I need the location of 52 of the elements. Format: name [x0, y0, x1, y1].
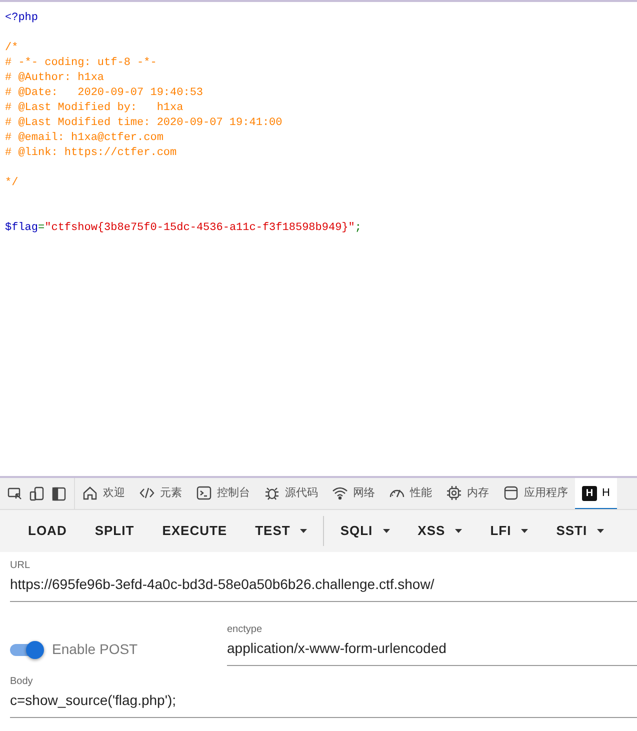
body-label: Body: [10, 676, 34, 688]
devtools-tab[interactable]: 内存: [439, 478, 496, 509]
devtools-tab[interactable]: 源代码: [257, 478, 325, 509]
caret-icon: [300, 529, 308, 533]
devtools-tab[interactable]: 元素: [132, 478, 189, 509]
code-line: # @Author: h1xa: [5, 71, 106, 86]
code-line: */: [5, 176, 20, 191]
chip-icon: [446, 485, 462, 501]
device-icon[interactable]: [29, 486, 45, 502]
window-icon: [503, 485, 519, 501]
toolbar-button[interactable]: XSS: [404, 510, 476, 552]
devtools-tab[interactable]: H H: [575, 478, 617, 509]
devtools-tab[interactable]: 欢迎: [75, 478, 132, 509]
toolbar-button[interactable]: SQLI: [326, 510, 404, 552]
devtools-tab[interactable]: 控制台: [189, 478, 257, 509]
code-line: # -*- coding: utf-8 -*-: [5, 56, 158, 71]
home-icon: [82, 485, 98, 501]
toolbar-button[interactable]: EXECUTE: [148, 510, 242, 552]
console-icon: [196, 485, 212, 501]
code-line: # @Last Modified time: 2020-09-07 19:41:00: [5, 116, 284, 131]
wifi-icon: [332, 485, 348, 501]
code-line: # @Date: 2020-09-07 19:40:53: [5, 86, 204, 101]
caret-icon: [382, 529, 390, 533]
body-field[interactable]: c=show_source('flag.php');: [10, 688, 637, 718]
caret-icon: [455, 529, 462, 533]
sidebar-icon[interactable]: [51, 486, 67, 502]
code-line: $flag="ctfshow{3b8e75f0-15dc-4536-a11c-f3f18598b949}";: [5, 221, 362, 236]
toggle-switch[interactable]: [8, 640, 44, 658]
url-label: URL: [10, 560, 32, 572]
code-icon: [139, 485, 155, 501]
toggle-label: Enable POST: [52, 640, 138, 659]
code-line: /*: [5, 41, 20, 56]
toolbar-button[interactable]: SSTI: [542, 510, 618, 552]
code-line: # @email: h1xa@ctfer.com: [5, 131, 164, 146]
url-field[interactable]: https://695fe96b-3efd-4a0c-bd3d-58e0a50b6b26.challenge.ctf.show/: [10, 572, 637, 602]
code-line: # @Last Modified by: h1xa: [5, 101, 184, 116]
inspect-icon[interactable]: [7, 486, 23, 502]
enctype-field[interactable]: application/x-www-form-urlencoded: [227, 636, 637, 666]
devtools-tab[interactable]: 应用程序: [496, 478, 575, 509]
code-line: # @link: https://ctfer.com: [5, 146, 178, 161]
toolbar-button[interactable]: SPLIT: [80, 510, 148, 552]
toolbar-button[interactable]: LOAD: [14, 510, 81, 552]
logo-icon: H: [582, 486, 597, 500]
enctype-label: enctype: [227, 624, 264, 636]
caret-icon: [597, 529, 604, 533]
code-line: <?php: [5, 11, 40, 26]
bug-icon: [264, 485, 280, 501]
toolbar-button[interactable]: LFI: [476, 510, 542, 552]
devtools-tab[interactable]: 网络: [325, 478, 382, 509]
toolbar-button[interactable]: TEST: [241, 510, 322, 552]
devtools-tab[interactable]: 性能: [382, 478, 439, 509]
caret-icon: [521, 529, 528, 533]
